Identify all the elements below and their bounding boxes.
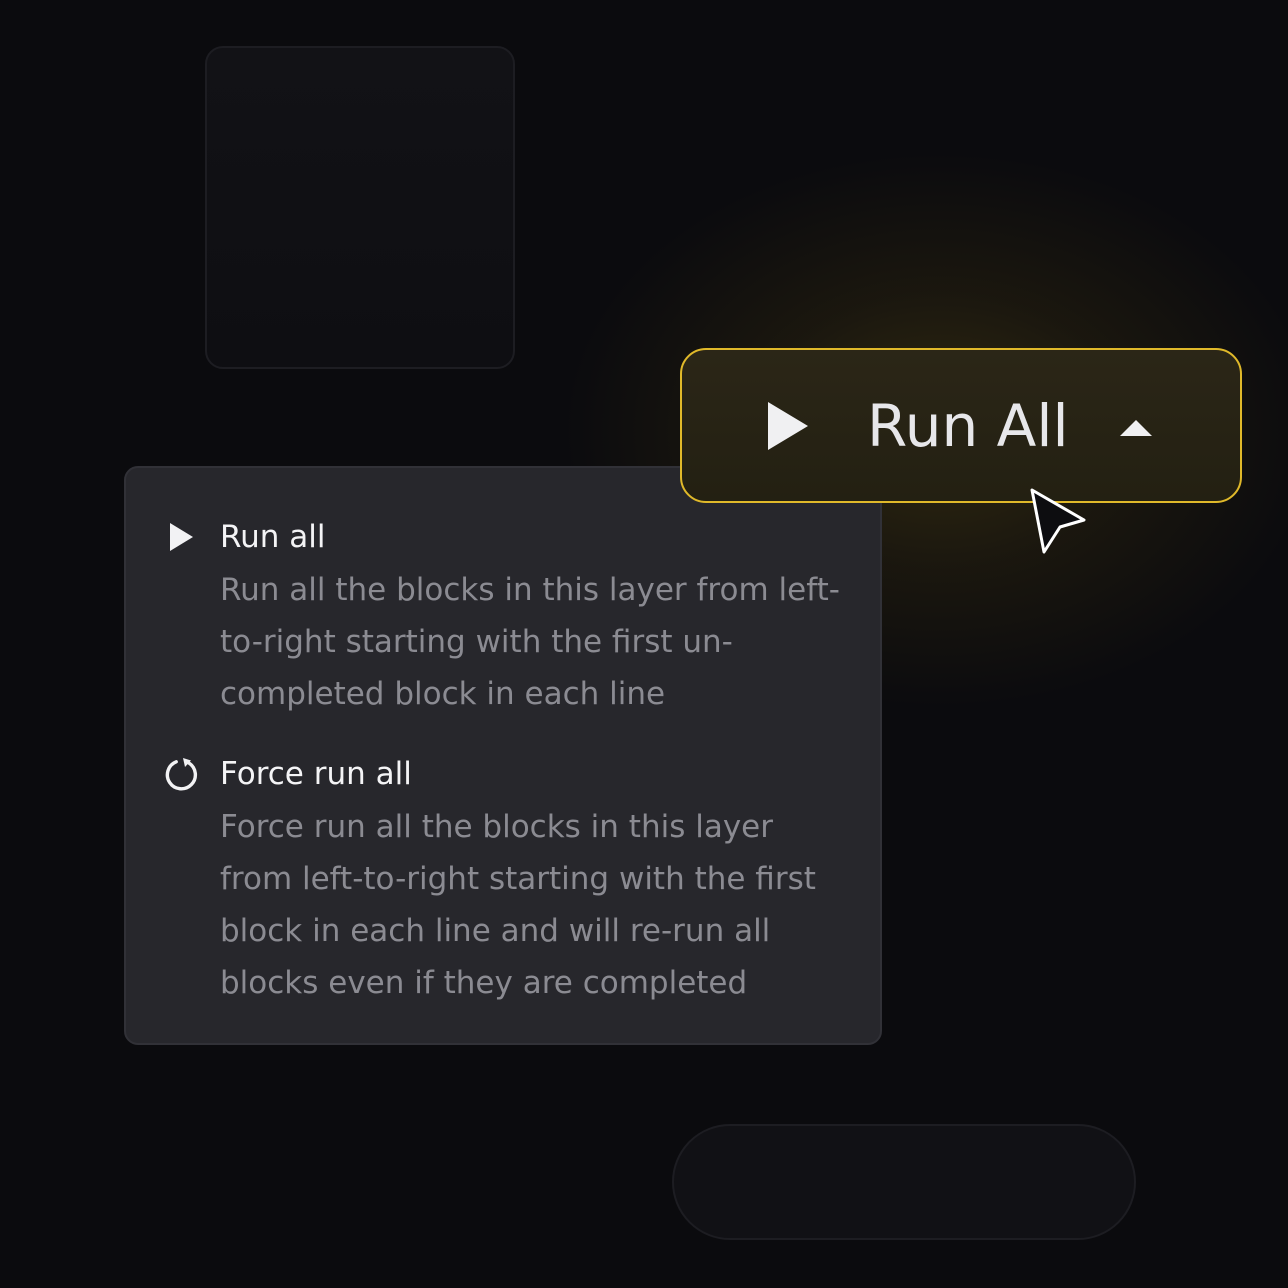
run-all-label: Run All (867, 392, 1069, 460)
background-card (205, 46, 515, 369)
refresh-icon (164, 757, 198, 791)
play-icon (164, 520, 198, 554)
caret-up-icon[interactable] (1118, 418, 1154, 442)
background-pill (672, 1124, 1136, 1240)
run-all-button[interactable]: Run All (680, 348, 1242, 503)
run-options-menu: Run all Run all the blocks in this layer… (124, 466, 882, 1045)
menu-item-title: Force run all (220, 756, 412, 792)
play-icon (766, 400, 810, 456)
cursor-arrow-icon (1028, 486, 1090, 562)
menu-item-description: Run all the blocks in this layer from le… (220, 572, 840, 712)
menu-item-description: Force run all the blocks in this layer f… (220, 809, 816, 1001)
menu-item-title: Run all (220, 519, 326, 555)
